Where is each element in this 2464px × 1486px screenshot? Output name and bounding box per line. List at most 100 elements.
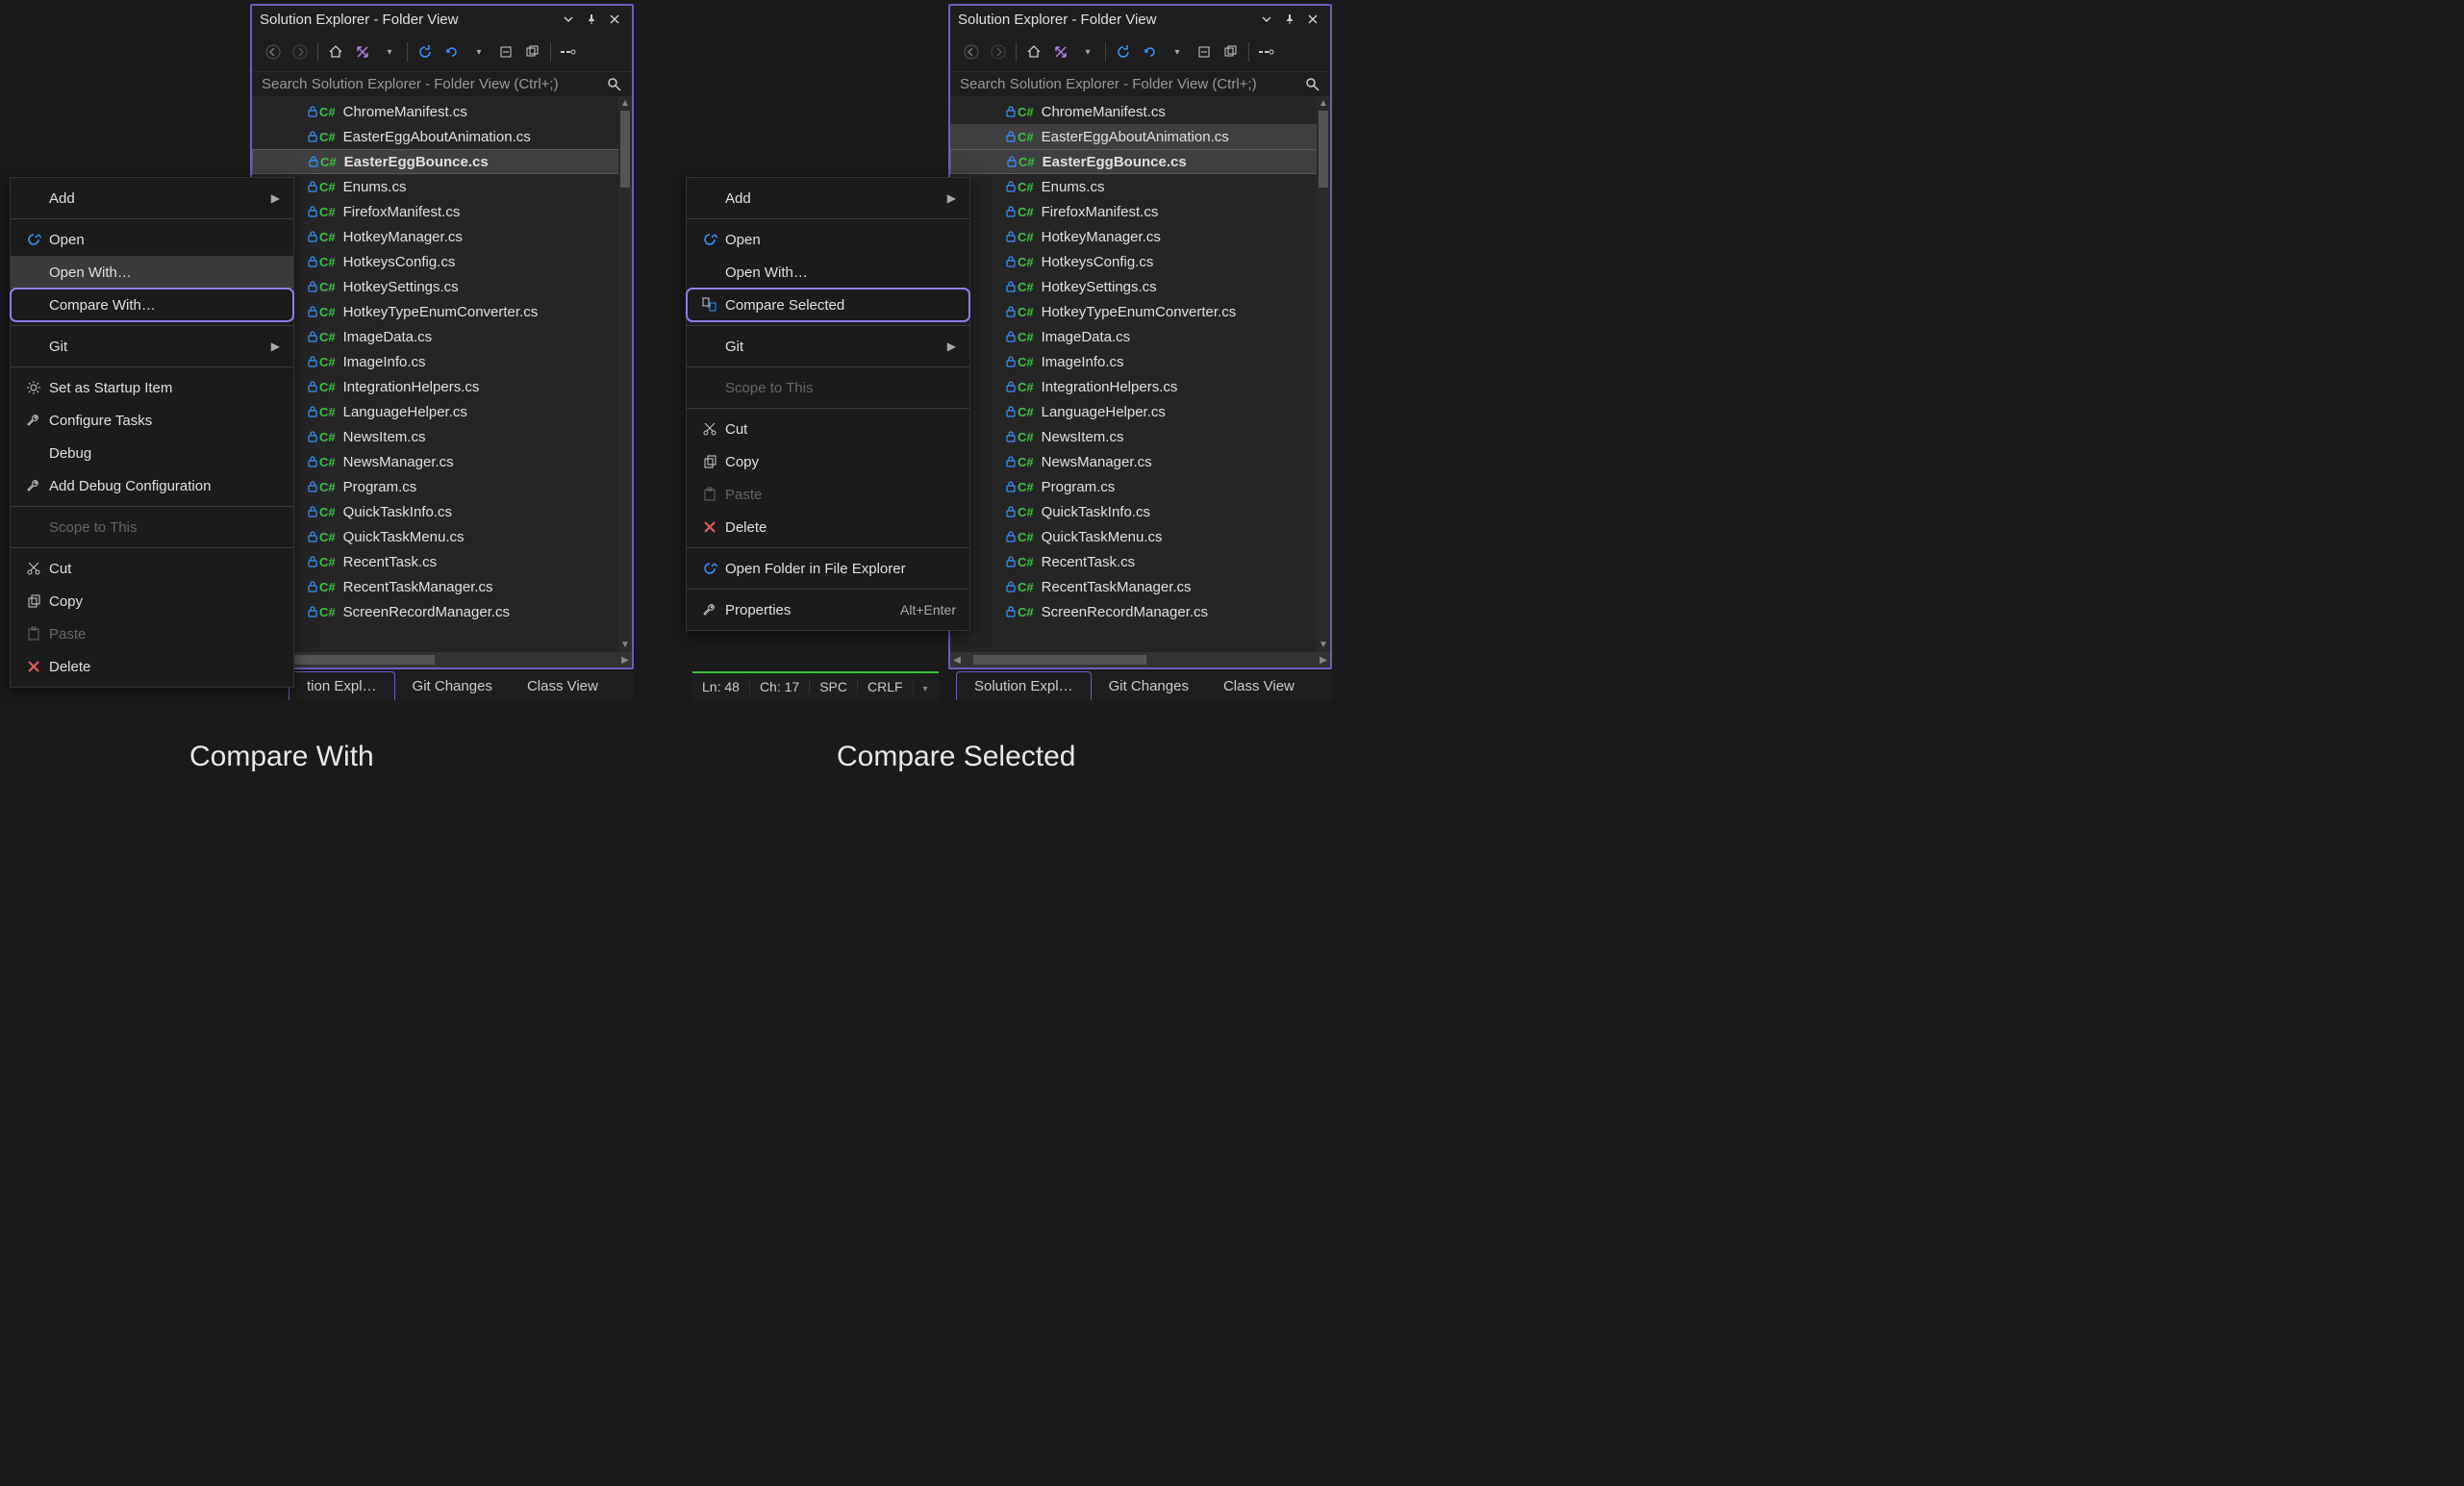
vertical-scrollbar[interactable]: ▲ ▼ (618, 97, 632, 652)
back-icon[interactable] (260, 38, 287, 65)
file-row[interactable]: C#HotkeySettings.cs (950, 274, 1330, 299)
menu-add-debug[interactable]: Add Debug Configuration (11, 469, 293, 502)
file-row[interactable]: C#NewsItem.cs (252, 424, 632, 449)
menu-open-with[interactable]: Open With… (687, 256, 969, 289)
menu-copy[interactable]: Copy (11, 585, 293, 617)
file-row[interactable]: C#NewsManager.cs (950, 449, 1330, 474)
search-icon[interactable] (1305, 77, 1320, 92)
file-row[interactable]: C#QuickTaskMenu.cs (950, 524, 1330, 549)
file-row[interactable]: C#IntegrationHelpers.cs (252, 374, 632, 399)
menu-copy[interactable]: Copy (687, 445, 969, 478)
tab-git-changes[interactable]: Git Changes (395, 671, 510, 700)
file-row[interactable]: C#Program.cs (252, 474, 632, 499)
forward-icon[interactable] (985, 38, 1012, 65)
file-row[interactable]: C#RecentTask.cs (252, 549, 632, 574)
file-row[interactable]: C#HotkeyManager.cs (950, 224, 1330, 249)
switch-view-icon[interactable] (1047, 38, 1074, 65)
file-row[interactable]: C#EasterEggAboutAnimation.cs (252, 124, 632, 149)
search-icon[interactable] (607, 77, 622, 92)
status-spc[interactable]: SPC (810, 679, 858, 694)
file-row[interactable]: C#IntegrationHelpers.cs (950, 374, 1330, 399)
file-row[interactable]: C#Enums.cs (950, 174, 1330, 199)
file-row[interactable]: C#LanguageHelper.cs (252, 399, 632, 424)
file-row[interactable]: C#QuickTaskMenu.cs (252, 524, 632, 549)
file-row[interactable]: C#ImageData.cs (252, 324, 632, 349)
menu-git[interactable]: Git▶ (687, 330, 969, 363)
menu-properties[interactable]: Properties Alt+Enter (687, 593, 969, 626)
menu-configure-tasks[interactable]: Configure Tasks (11, 404, 293, 437)
pin-icon[interactable] (582, 10, 601, 29)
tab-solution-explorer[interactable]: tion Expl… (289, 671, 395, 700)
menu-debug[interactable]: Debug (11, 437, 293, 469)
menu-open-folder[interactable]: Open Folder in File Explorer (687, 552, 969, 585)
search-row[interactable]: Search Solution Explorer - Folder View (… (950, 72, 1330, 97)
collapse-icon[interactable] (492, 38, 519, 65)
file-row[interactable]: C#HotkeyTypeEnumConverter.cs (252, 299, 632, 324)
menu-open[interactable]: Open (11, 223, 293, 256)
close-icon[interactable] (1303, 10, 1322, 29)
file-row[interactable]: C#EasterEggAboutAnimation.cs (950, 124, 1330, 149)
menu-cut[interactable]: Cut (11, 552, 293, 585)
home-icon[interactable] (322, 38, 349, 65)
menu-delete[interactable]: Delete (687, 511, 969, 543)
tab-solution-explorer[interactable]: Solution Expl… (956, 671, 1092, 700)
pin-icon[interactable] (1280, 10, 1299, 29)
menu-add[interactable]: Add▶ (11, 182, 293, 214)
file-row[interactable]: C#HotkeysConfig.cs (950, 249, 1330, 274)
refresh-icon[interactable] (439, 38, 465, 65)
file-row[interactable]: C#QuickTaskInfo.cs (950, 499, 1330, 524)
status-ln[interactable]: Ln: 48 (692, 679, 750, 694)
tab-class-view[interactable]: Class View (1206, 671, 1312, 700)
file-row[interactable]: C#ImageInfo.cs (252, 349, 632, 374)
menu-cut[interactable]: Cut (687, 413, 969, 445)
file-row[interactable]: C#Enums.cs (252, 174, 632, 199)
close-icon[interactable] (605, 10, 624, 29)
file-row[interactable]: C#HotkeyManager.cs (252, 224, 632, 249)
search-row[interactable]: Search Solution Explorer - Folder View (… (252, 72, 632, 97)
tab-class-view[interactable]: Class View (510, 671, 616, 700)
menu-add[interactable]: Add▶ (687, 182, 969, 214)
file-row[interactable]: C#RecentTaskManager.cs (950, 574, 1330, 599)
status-ch[interactable]: Ch: 17 (750, 679, 810, 694)
switch-view-icon[interactable] (349, 38, 376, 65)
file-row[interactable]: C#FirefoxManifest.cs (252, 199, 632, 224)
file-row[interactable]: C#RecentTaskManager.cs (252, 574, 632, 599)
menu-git[interactable]: Git▶ (11, 330, 293, 363)
file-row[interactable]: C#NewsManager.cs (252, 449, 632, 474)
menu-open[interactable]: Open (687, 223, 969, 256)
sync-icon[interactable] (412, 38, 439, 65)
file-row[interactable]: C#HotkeyTypeEnumConverter.cs (950, 299, 1330, 324)
file-row[interactable]: C#HotkeySettings.cs (252, 274, 632, 299)
refresh-icon[interactable] (1137, 38, 1164, 65)
menu-compare-with[interactable]: Compare With… (11, 289, 293, 321)
file-row[interactable]: C#ImageData.cs (950, 324, 1330, 349)
file-row[interactable]: C#HotkeysConfig.cs (252, 249, 632, 274)
horizontal-scrollbar[interactable]: ▶ (252, 652, 632, 667)
vertical-scrollbar[interactable]: ▲ ▼ (1317, 97, 1330, 652)
chevron-expand-icon[interactable]: ▾ (465, 38, 492, 65)
chevron-expand-icon[interactable]: ▾ (1164, 38, 1191, 65)
file-row[interactable]: C#ImageInfo.cs (950, 349, 1330, 374)
file-row[interactable]: C#Program.cs (950, 474, 1330, 499)
file-row[interactable]: C#LanguageHelper.cs (950, 399, 1330, 424)
back-icon[interactable] (958, 38, 985, 65)
properties-icon[interactable] (555, 38, 582, 65)
file-row[interactable]: C#EasterEggBounce.cs (252, 149, 632, 174)
file-row[interactable]: C#QuickTaskInfo.cs (252, 499, 632, 524)
file-row[interactable]: C#RecentTask.cs (950, 549, 1330, 574)
collapse-icon[interactable] (1191, 38, 1218, 65)
dropdown-icon[interactable] (1257, 10, 1276, 29)
file-row[interactable]: C#ChromeManifest.cs (950, 99, 1330, 124)
chevron-expand-icon[interactable]: ▾ (376, 38, 403, 65)
show-all-icon[interactable] (1218, 38, 1245, 65)
file-row[interactable]: C#EasterEggBounce.cs (950, 149, 1330, 174)
home-icon[interactable] (1020, 38, 1047, 65)
chevron-expand-icon[interactable]: ▾ (1074, 38, 1101, 65)
file-row[interactable]: C#ScreenRecordManager.cs (252, 599, 632, 624)
menu-compare-selected[interactable]: Compare Selected (687, 289, 969, 321)
status-more[interactable] (914, 679, 938, 694)
file-row[interactable]: C#NewsItem.cs (950, 424, 1330, 449)
horizontal-scrollbar[interactable]: ◀▶ (950, 652, 1330, 667)
menu-set-startup[interactable]: Set as Startup Item (11, 371, 293, 404)
sync-icon[interactable] (1110, 38, 1137, 65)
